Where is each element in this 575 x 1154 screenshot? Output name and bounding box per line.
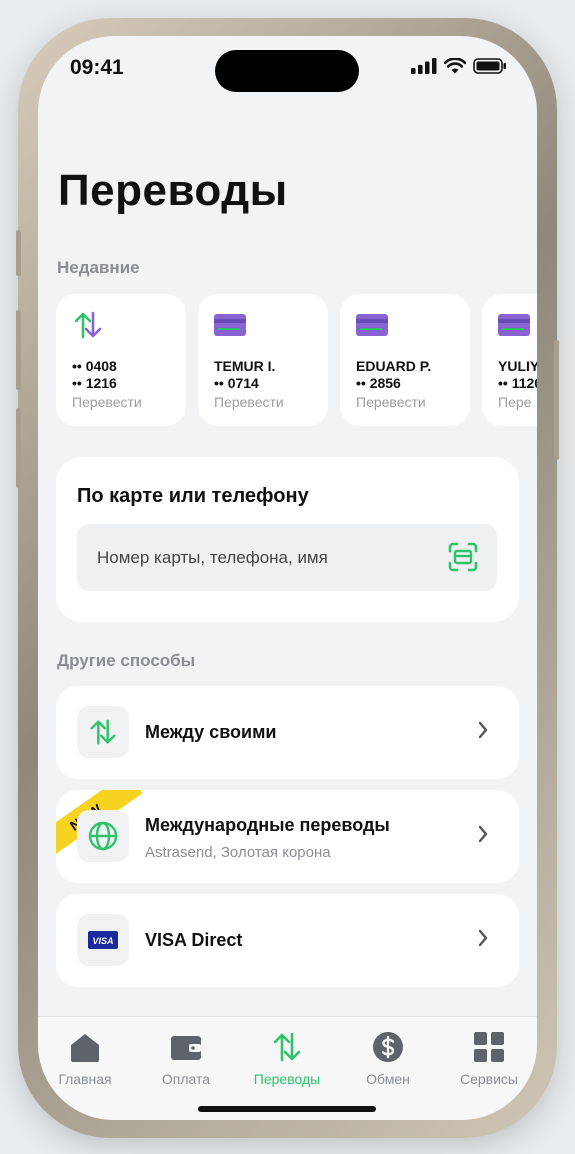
status-time: 09:41 (70, 56, 124, 79)
tab-label: Обмен (366, 1071, 410, 1087)
recent-item-action: Перевести (72, 394, 142, 410)
international-transfers-button[interactable]: NEW Международные переводы Astrasend, Зо… (56, 790, 519, 883)
recent-item[interactable]: TEMUR I. •• 0714 Перевести (198, 294, 328, 426)
chevron-right-icon (478, 825, 488, 843)
method-icon-box (77, 706, 129, 758)
scan-card-icon[interactable] (447, 541, 479, 573)
recent-item-line1: YULIY (498, 358, 537, 374)
visa-logo-text: VISA (92, 936, 113, 946)
tab-home[interactable]: Главная (40, 1029, 130, 1087)
home-indicator (198, 1106, 376, 1112)
transfer-arrows-icon (273, 1032, 301, 1062)
recent-item-line2: •• 1120 (498, 375, 537, 391)
visa-direct-button[interactable]: VISA VISA Direct (56, 894, 519, 987)
recent-item-line2: •• 1216 (72, 375, 117, 391)
grid-icon (474, 1032, 504, 1062)
globe-icon (88, 821, 118, 851)
transfer-arrows-icon (90, 719, 116, 745)
recent-item-line2: •• 0714 (214, 375, 259, 391)
tab-label: Сервисы (459, 1071, 518, 1087)
status-icons (411, 58, 507, 74)
method-subtitle: Astrasend, Золотая корона (145, 844, 331, 861)
power-button (554, 340, 559, 460)
recent-item-line1: TEMUR I. (214, 358, 276, 374)
tab-bar: Главная Оплата Переводы Обмен Сервисы (38, 1016, 537, 1120)
battery-icon (473, 58, 506, 74)
wifi-icon (444, 58, 466, 74)
tab-payment[interactable]: Оплата (141, 1029, 231, 1087)
mute-switch (16, 230, 21, 276)
volume-down-button (16, 408, 21, 488)
card-icon (498, 314, 530, 336)
page-title: Переводы (58, 166, 288, 215)
transfer-arrows-icon (74, 311, 102, 339)
recent-item[interactable]: YULIY •• 1120 Пере (482, 294, 537, 426)
recent-label: Недавние (57, 258, 140, 277)
card-transfer-title: По карте или телефону (77, 485, 309, 507)
recent-item-line2: •• 2856 (356, 375, 401, 391)
tab-transfers[interactable]: Переводы (242, 1029, 332, 1087)
card-icon (214, 314, 246, 336)
tab-label: Переводы (253, 1071, 321, 1087)
tab-label: Главная (58, 1071, 112, 1087)
recent-item-action: Перевести (356, 394, 426, 410)
home-icon (71, 1034, 99, 1062)
method-icon-box (77, 810, 129, 862)
method-title: VISA Direct (145, 930, 243, 950)
tab-services[interactable]: Сервисы (444, 1029, 534, 1087)
method-title: Международные переводы (145, 815, 390, 835)
between-own-accounts-button[interactable]: Между своими (56, 686, 519, 779)
recent-item[interactable]: •• 0408 •• 1216 Перевести (56, 294, 186, 426)
tab-label: Оплата (161, 1071, 211, 1087)
recent-item-line1: •• 0408 (72, 358, 117, 374)
recent-item-line1: EDUARD P. (356, 358, 432, 374)
status-bar: 09:41 (38, 36, 537, 106)
dynamic-island (215, 50, 359, 92)
recent-item-action: Пере (498, 394, 532, 410)
recent-list[interactable]: •• 0408 •• 1216 Перевести TEMUR I. •• 07… (56, 294, 537, 426)
wallet-icon (171, 1036, 201, 1060)
method-icon-box: VISA (77, 914, 129, 966)
card-transfer-panel: По карте или телефону (56, 457, 519, 622)
chevron-right-icon (478, 721, 488, 739)
recent-item-action: Перевести (214, 394, 284, 410)
visa-logo-icon: VISA (88, 931, 118, 949)
dollar-icon (373, 1032, 403, 1062)
signal-icon (411, 58, 437, 74)
card-icon (356, 314, 388, 336)
card-phone-input[interactable] (77, 524, 497, 591)
tab-exchange[interactable]: Обмен (343, 1029, 433, 1087)
volume-up-button (16, 310, 21, 390)
chevron-right-icon (478, 929, 488, 947)
phone-screen: 09:41 Переводы Недавние •• 0408 •• 1216 … (38, 36, 537, 1120)
other-methods-label: Другие способы (57, 651, 196, 670)
method-title: Между своими (145, 722, 277, 742)
recent-item[interactable]: EDUARD P. •• 2856 Перевести (340, 294, 470, 426)
